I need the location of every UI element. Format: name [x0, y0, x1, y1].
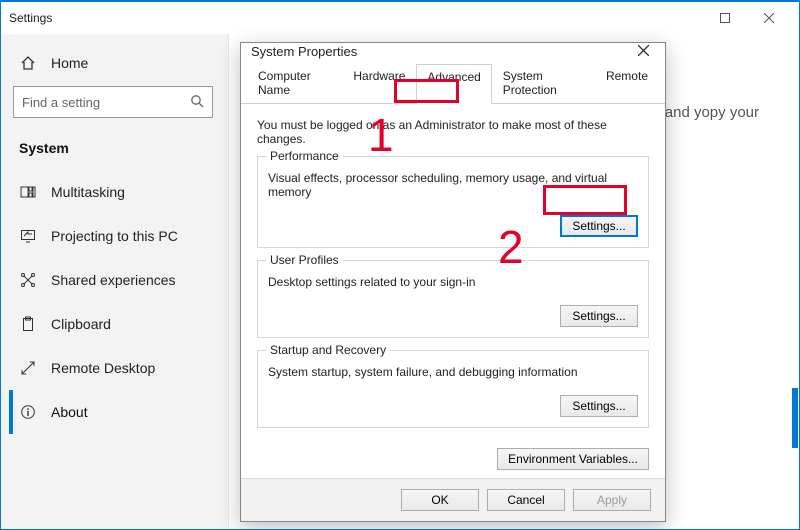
sidebar-home-label: Home: [51, 55, 88, 71]
settings-title: Settings: [9, 11, 52, 25]
nav-projecting[interactable]: Projecting to this PC: [9, 214, 216, 258]
nav-label: Shared experiences: [51, 272, 176, 288]
nav-label: Multitasking: [51, 184, 125, 200]
search-icon: [190, 94, 204, 111]
nav-shared-experiences[interactable]: Shared experiences: [9, 258, 216, 302]
about-icon: [19, 403, 37, 421]
dialog-close-button[interactable]: [631, 43, 655, 59]
search-placeholder: Find a setting: [22, 95, 190, 110]
group-user-profiles: User Profiles Desktop settings related t…: [257, 260, 649, 338]
ok-button[interactable]: OK: [401, 489, 479, 511]
performance-desc: Visual effects, processor scheduling, me…: [268, 171, 638, 199]
multitasking-icon: [19, 183, 37, 201]
dialog-tabstrip: Computer Name Hardware Advanced System P…: [241, 59, 665, 104]
admin-note: You must be logged on as an Administrato…: [257, 118, 649, 146]
performance-settings-button[interactable]: Settings...: [560, 215, 638, 237]
group-legend-startup: Startup and Recovery: [266, 343, 390, 357]
projecting-icon: [19, 227, 37, 245]
search-input[interactable]: Find a setting: [13, 86, 213, 118]
sidebar-category: System: [19, 140, 210, 156]
sidebar-home[interactable]: Home: [19, 54, 210, 72]
startup-settings-button[interactable]: Settings...: [560, 395, 638, 417]
tab-hardware[interactable]: Hardware: [342, 63, 416, 103]
dialog-title: System Properties: [251, 44, 357, 59]
group-legend-performance: Performance: [266, 149, 343, 163]
clipboard-icon: [19, 315, 37, 333]
startup-desc: System startup, system failure, and debu…: [268, 365, 638, 379]
tab-computer-name[interactable]: Computer Name: [247, 63, 342, 103]
nav-about[interactable]: About: [9, 390, 216, 434]
close-icon: [764, 13, 774, 23]
apply-button[interactable]: Apply: [573, 489, 651, 511]
scrollbar-thumb[interactable]: [792, 388, 798, 448]
tab-remote[interactable]: Remote: [595, 63, 659, 103]
home-icon: [19, 54, 37, 72]
group-performance: Performance Visual effects, processor sc…: [257, 156, 649, 248]
close-icon: [638, 45, 649, 56]
nav-label: Projecting to this PC: [51, 228, 178, 244]
tab-advanced[interactable]: Advanced: [416, 64, 491, 104]
settings-sidebar: Home Find a setting System Multitasking: [1, 34, 229, 529]
environment-variables-button[interactable]: Environment Variables...: [497, 448, 649, 470]
remote-desktop-icon: [19, 359, 37, 377]
nav-label: Clipboard: [51, 316, 111, 332]
maximize-button[interactable]: [703, 4, 747, 32]
settings-window: Settings Home Find a setting System: [0, 0, 800, 530]
dialog-footer: OK Cancel Apply: [241, 478, 665, 521]
nav-clipboard[interactable]: Clipboard: [9, 302, 216, 346]
square-icon: [720, 13, 730, 23]
group-startup-recovery: Startup and Recovery System startup, sys…: [257, 350, 649, 428]
nav-label: About: [51, 404, 88, 420]
shared-icon: [19, 271, 37, 289]
nav-label: Remote Desktop: [51, 360, 155, 376]
dialog-titlebar: System Properties: [241, 43, 665, 59]
group-legend-user-profiles: User Profiles: [266, 253, 343, 267]
nav-multitasking[interactable]: Multitasking: [9, 170, 216, 214]
close-button[interactable]: [747, 4, 791, 32]
nav-remote-desktop[interactable]: Remote Desktop: [9, 346, 216, 390]
user-profiles-settings-button[interactable]: Settings...: [560, 305, 638, 327]
user-profiles-desc: Desktop settings related to your sign-in: [268, 275, 638, 289]
cancel-button[interactable]: Cancel: [487, 489, 565, 511]
system-properties-dialog: System Properties Computer Name Hardware…: [240, 42, 666, 522]
tab-system-protection[interactable]: System Protection: [492, 63, 595, 103]
settings-titlebar: Settings: [1, 2, 799, 34]
